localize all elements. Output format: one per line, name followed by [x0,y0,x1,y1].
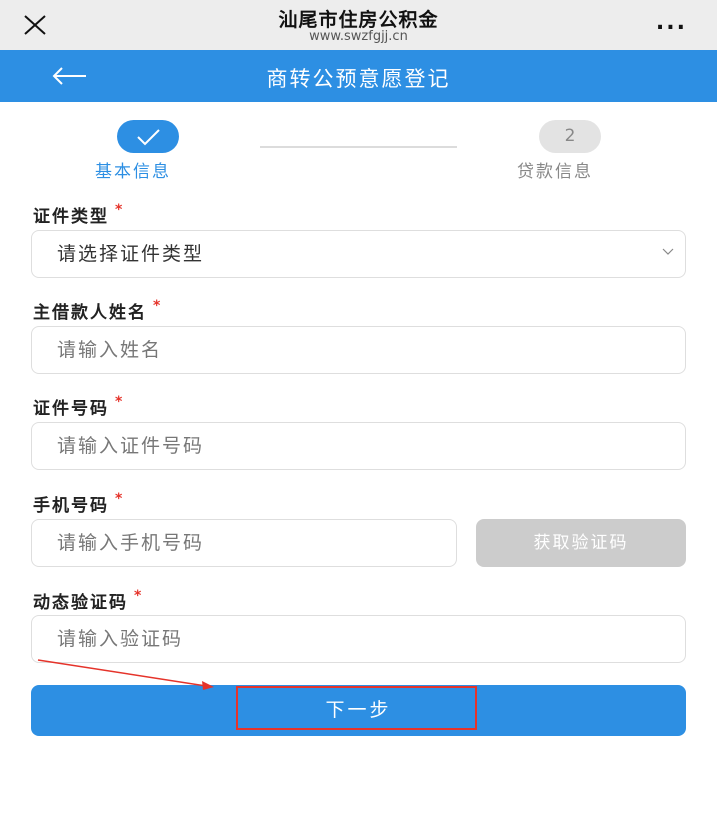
name-label: 主借款人姓名 * [33,298,162,323]
id-type-select-value: 请选择证件类型 [57,243,205,265]
id-number-input[interactable]: 请输入证件号码 [31,422,686,470]
sms-code-input-placeholder: 请输入验证码 [57,628,184,650]
site-title: 汕尾市住房公积金 [278,9,439,31]
more-icon[interactable]: ... [656,10,687,35]
id-type-label-text: 证件类型 [33,207,109,227]
id-number-label-text: 证件号码 [33,399,109,419]
step-2-indicator: 2 [539,120,601,153]
required-mark: * [153,298,163,314]
phone-label: 手机号码 * [33,491,124,516]
page-header: 商转公预意愿登记 [0,50,717,102]
phone-input[interactable]: 请输入手机号码 [31,519,457,567]
chevron-down-icon [662,248,674,255]
sms-code-label: 动态验证码 * [33,588,143,613]
sms-code-input[interactable]: 请输入验证码 [31,615,686,663]
id-type-select[interactable]: 请选择证件类型 [31,230,686,278]
step-1-label: 基本信息 [95,162,171,182]
required-mark: * [115,202,125,218]
phone-label-text: 手机号码 [33,496,109,516]
sms-code-label-text: 动态验证码 [33,593,128,613]
name-input[interactable]: 请输入姓名 [31,326,686,374]
name-label-text: 主借款人姓名 [33,303,147,323]
required-mark: * [115,491,125,507]
id-type-label: 证件类型 * [33,202,124,227]
browser-top-bar: 汕尾市住房公积金 www.swzfgjj.cn ... [0,0,717,50]
annotation-highlight-box [236,686,477,730]
required-mark: * [115,394,125,410]
page-title: 商转公预意愿登记 [266,67,451,91]
phone-input-placeholder: 请输入手机号码 [57,532,205,554]
name-input-placeholder: 请输入姓名 [57,339,163,361]
site-url: www.swzfgjj.cn [309,29,408,44]
get-code-button[interactable]: 获取验证码 [476,519,686,567]
id-number-label: 证件号码 * [33,394,124,419]
step-2-label: 贷款信息 [517,162,593,182]
step-connector [260,146,457,148]
step-1-indicator [117,120,179,153]
id-number-input-placeholder: 请输入证件号码 [57,435,205,457]
check-icon [137,129,160,146]
required-mark: * [134,588,144,604]
